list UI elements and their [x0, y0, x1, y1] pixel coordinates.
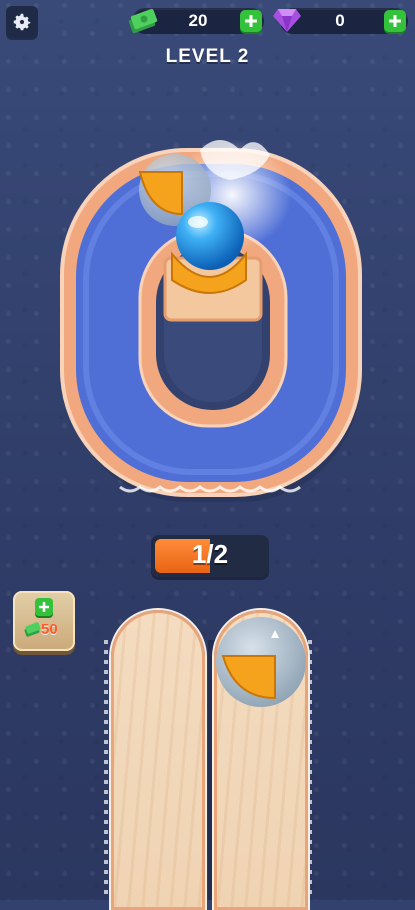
buy-piece-button[interactable]: 50 — [13, 591, 75, 651]
buy-plus-badge — [35, 598, 53, 616]
level-progress-bar: 1/2 — [151, 535, 269, 577]
game-board — [60, 140, 362, 900]
buy-price: 50 — [41, 621, 58, 638]
wooden-lane-left[interactable] — [111, 610, 205, 910]
cash-stack-icon — [24, 622, 41, 637]
plus-icon — [39, 602, 49, 612]
wedge-piece-lane[interactable] — [213, 614, 309, 710]
blue-ball[interactable] — [176, 202, 244, 270]
progress-text: 1/2 — [191, 539, 229, 569]
